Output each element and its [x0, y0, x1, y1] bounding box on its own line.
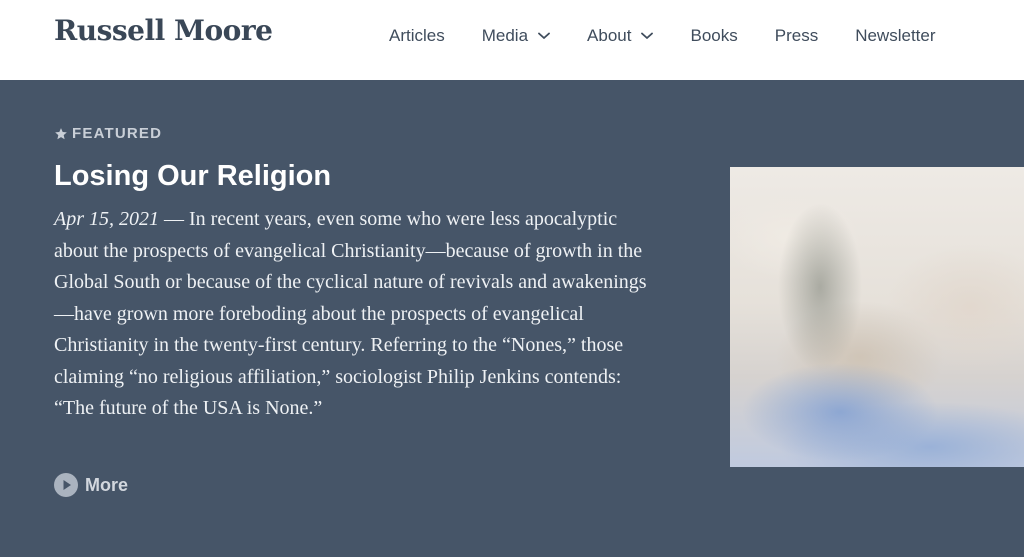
excerpt-text: In recent years, even some who were less… — [54, 208, 647, 419]
nav-item-label: Books — [690, 26, 738, 45]
nav-item-label: Media — [481, 26, 529, 45]
more-label: More — [85, 474, 129, 495]
nav-item-label: About — [587, 26, 632, 45]
nav-item-press[interactable]: Press — [775, 26, 818, 46]
star-icon — [55, 127, 67, 139]
nav-item-books[interactable]: Books — [690, 26, 737, 46]
site-header: Russell Moore Articles Media About Books… — [0, 0, 1024, 80]
article-title[interactable]: Losing Our Religion — [54, 160, 331, 193]
featured-image[interactable] — [730, 167, 1024, 467]
article-excerpt: Apr 15, 2021 — In recent years, even som… — [54, 204, 664, 425]
nav-item-label: Articles — [389, 26, 445, 45]
date-separator: — — [159, 208, 189, 230]
main-nav: Articles Media About Books Press Newslet… — [389, 26, 936, 46]
nav-item-articles[interactable]: Articles — [389, 26, 445, 46]
featured-tag: FEATURED — [54, 125, 162, 142]
featured-tag-label: FEATURED — [72, 125, 163, 142]
chevron-down-icon — [538, 32, 550, 39]
chevron-down-icon — [641, 32, 654, 39]
featured-section: FEATURED Losing Our Religion Apr 15, 202… — [0, 80, 1024, 557]
nav-item-newsletter[interactable]: Newsletter — [855, 26, 935, 46]
play-circle-icon — [54, 473, 78, 497]
nav-item-about[interactable]: About — [587, 26, 654, 46]
nav-item-label: Newsletter — [855, 26, 936, 45]
site-logo[interactable]: Russell Moore — [54, 14, 273, 47]
nav-item-media[interactable]: Media — [482, 26, 550, 46]
article-date: Apr 15, 2021 — [54, 208, 159, 230]
more-link[interactable]: More — [54, 473, 128, 497]
nav-item-label: Press — [774, 26, 819, 45]
